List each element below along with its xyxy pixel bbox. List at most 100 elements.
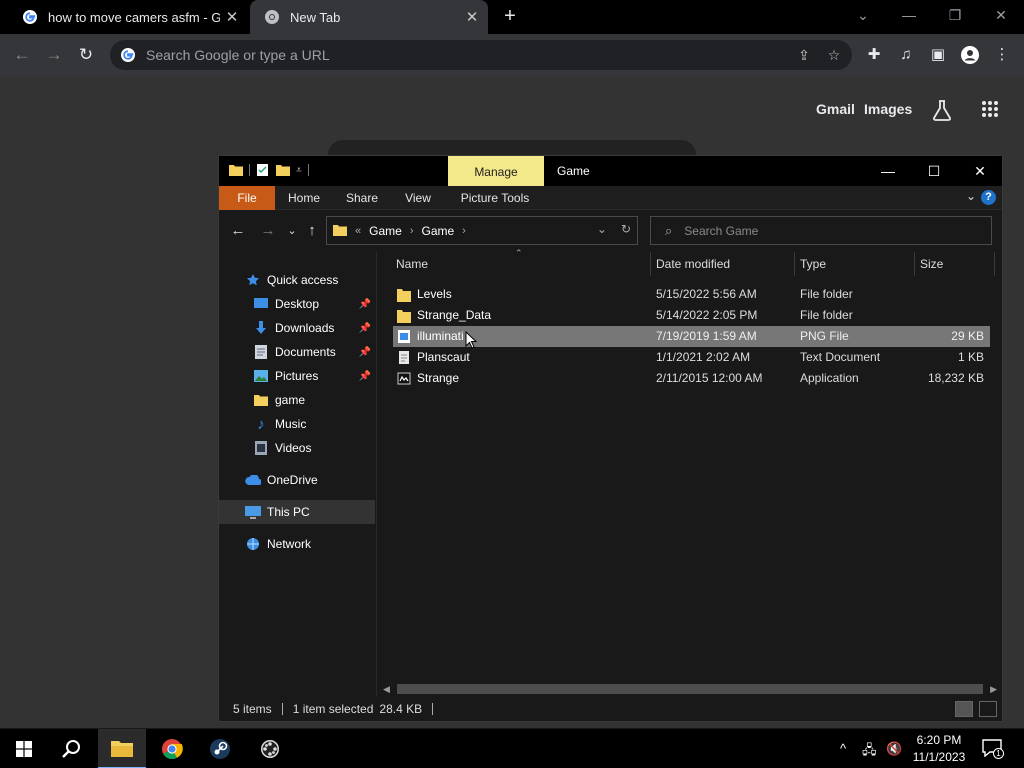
file-row-strange-data[interactable]: Strange_Data 5/14/2022 2:05 PM File fold… bbox=[393, 305, 990, 326]
properties-icon[interactable] bbox=[256, 163, 270, 177]
column-separator[interactable] bbox=[994, 252, 995, 276]
ribbon-tab-share[interactable]: Share bbox=[337, 186, 387, 210]
omnibox-placeholder: Search Google or type a URL bbox=[146, 47, 330, 63]
refresh-icon[interactable]: ↻ bbox=[621, 222, 631, 236]
details-view-icon[interactable] bbox=[955, 701, 973, 717]
reload-button[interactable]: ↻ bbox=[74, 43, 98, 67]
manage-contextual-tab[interactable]: Manage bbox=[448, 156, 544, 186]
film-reel-icon bbox=[261, 740, 279, 758]
column-header-size[interactable]: Size bbox=[902, 252, 990, 276]
bookmark-star-icon[interactable]: ☆ bbox=[822, 47, 846, 64]
tab-new-tab[interactable]: New Tab ✕ bbox=[250, 0, 488, 34]
close-tab-icon[interactable]: ✕ bbox=[460, 8, 484, 26]
apps-grid-icon[interactable] bbox=[981, 100, 999, 118]
recent-locations-chevron-icon[interactable]: ⌄ bbox=[281, 220, 303, 242]
breadcrumb-game-2[interactable]: Game bbox=[421, 224, 454, 238]
close-button[interactable]: ✕ bbox=[965, 160, 995, 182]
taskbar-chrome[interactable] bbox=[148, 729, 196, 768]
nav-item-videos[interactable]: Videos bbox=[219, 436, 375, 460]
back-arrow-icon[interactable]: ← bbox=[227, 220, 249, 242]
address-history-chevron-icon[interactable]: ⌄ bbox=[597, 222, 607, 236]
nav-item-desktop[interactable]: Desktop 📌 bbox=[219, 292, 375, 316]
restore-button[interactable]: ❐ bbox=[935, 4, 975, 28]
search-input[interactable]: ⌕ Search Game bbox=[650, 216, 992, 245]
column-header-name[interactable]: Name bbox=[378, 252, 648, 276]
share-icon[interactable]: ⇪ bbox=[792, 47, 816, 64]
file-row-strange[interactable]: Strange 2/11/2015 12:00 AM Application 1… bbox=[393, 368, 990, 389]
ribbon-tab-view[interactable]: View bbox=[395, 186, 441, 210]
address-bar[interactable]: « Game › Game › ⌄ ↻ bbox=[326, 216, 638, 245]
download-icon bbox=[253, 320, 269, 336]
volume-muted-icon[interactable]: 🔇 bbox=[886, 741, 902, 757]
ribbon-tab-home[interactable]: Home bbox=[279, 186, 329, 210]
ribbon-tab-file[interactable]: File bbox=[219, 186, 275, 210]
scrollbar-thumb[interactable] bbox=[397, 684, 983, 694]
profile-avatar-icon[interactable] bbox=[958, 43, 982, 67]
scroll-left-icon[interactable]: ◀ bbox=[383, 682, 390, 696]
clock-date: 11/1/2023 bbox=[912, 750, 966, 764]
scroll-right-icon[interactable]: ▶ bbox=[990, 682, 997, 696]
nav-item-music[interactable]: ♪ Music bbox=[219, 412, 375, 436]
omnibox[interactable]: Search Google or type a URL ⇪ ☆ bbox=[110, 40, 852, 70]
forward-button[interactable]: → bbox=[42, 43, 66, 67]
minimize-button[interactable]: — bbox=[873, 160, 903, 182]
start-button[interactable] bbox=[0, 729, 48, 768]
show-hidden-icons-chevron-icon[interactable]: ^ bbox=[840, 741, 846, 756]
large-icons-view-icon[interactable] bbox=[979, 701, 997, 717]
up-arrow-icon[interactable]: ↑ bbox=[301, 220, 323, 242]
chrome-menu-icon[interactable]: ⋮ bbox=[990, 43, 1014, 67]
column-header-type[interactable]: Type bbox=[782, 252, 900, 276]
close-tab-icon[interactable]: ✕ bbox=[220, 8, 244, 26]
side-panel-icon[interactable]: ▣ bbox=[926, 43, 950, 67]
media-controls-icon[interactable]: ♫ bbox=[894, 43, 918, 67]
breadcrumb-chevron-icon[interactable]: › bbox=[410, 225, 414, 237]
images-link[interactable]: Images bbox=[864, 101, 912, 117]
system-clock[interactable]: 6:20 PM 11/1/2023 bbox=[906, 732, 972, 766]
file-name: Strange bbox=[417, 371, 460, 385]
help-icon[interactable]: ? bbox=[981, 190, 996, 205]
file-row-planscaut[interactable]: Planscaut 1/1/2021 2:02 AM Text Document… bbox=[393, 347, 990, 368]
taskbar-file-explorer[interactable] bbox=[98, 729, 146, 768]
gmail-link[interactable]: Gmail bbox=[816, 101, 855, 117]
expand-ribbon-chevron-icon[interactable]: ⌄ bbox=[966, 189, 976, 203]
nav-item-network[interactable]: Network bbox=[219, 532, 375, 556]
ribbon-tab-picture-tools[interactable]: Picture Tools bbox=[451, 186, 539, 210]
app-icon bbox=[397, 372, 411, 385]
nav-item-this-pc[interactable]: This PC bbox=[219, 500, 375, 524]
nav-item-game[interactable]: game bbox=[219, 388, 375, 412]
nav-item-quick-access[interactable]: Quick access bbox=[219, 268, 375, 292]
tab-search-chevron-icon[interactable]: ⌄ bbox=[843, 4, 883, 28]
pin-icon: 📌 bbox=[358, 346, 371, 358]
minimize-button[interactable]: — bbox=[889, 4, 929, 28]
file-name: Strange_Data bbox=[417, 308, 492, 322]
nav-item-downloads[interactable]: Downloads 📌 bbox=[219, 316, 375, 340]
nav-item-onedrive[interactable]: OneDrive bbox=[219, 468, 375, 492]
breadcrumb-overflow-icon[interactable]: « bbox=[355, 225, 361, 237]
file-row-levels[interactable]: Levels 5/15/2022 5:56 AM File folder bbox=[393, 284, 990, 305]
horizontal-scrollbar[interactable]: ◀ ▶ bbox=[379, 682, 1001, 696]
close-window-button[interactable]: ✕ bbox=[981, 4, 1021, 28]
forward-arrow-icon[interactable]: → bbox=[257, 220, 279, 242]
maximize-button[interactable]: ☐ bbox=[919, 160, 949, 182]
search-button[interactable] bbox=[48, 729, 96, 768]
breadcrumb-chevron-icon[interactable]: › bbox=[462, 225, 466, 237]
new-tab-button[interactable]: + bbox=[498, 5, 522, 29]
breadcrumb-game-1[interactable]: Game bbox=[369, 224, 402, 238]
file-row-illuminati[interactable]: illuminati 7/19/2019 1:59 AM PNG File 29… bbox=[393, 326, 990, 347]
back-button[interactable]: ← bbox=[10, 43, 34, 67]
labs-flask-icon[interactable] bbox=[932, 99, 952, 121]
text-file-icon bbox=[399, 351, 409, 364]
network-status-icon[interactable]: 🖧 bbox=[862, 741, 877, 763]
nav-item-documents[interactable]: Documents 📌 bbox=[219, 340, 375, 364]
column-header-date-modified[interactable]: Date modified bbox=[638, 252, 782, 276]
nav-item-pictures[interactable]: Pictures 📌 bbox=[219, 364, 375, 388]
action-center-button[interactable]: 1 bbox=[982, 739, 1004, 759]
customize-toolbar-chevron-icon[interactable]: ⩡ bbox=[296, 165, 302, 176]
new-folder-icon[interactable] bbox=[276, 163, 290, 177]
tab-search-result[interactable]: how to move camers asfm - Goo ✕ bbox=[8, 0, 248, 34]
file-date: 5/15/2022 5:56 AM bbox=[656, 287, 757, 301]
taskbar-steam[interactable] bbox=[196, 729, 244, 768]
extensions-icon[interactable]: ✚ bbox=[862, 43, 886, 67]
taskbar-app-sfm[interactable] bbox=[246, 729, 294, 768]
file-type: PNG File bbox=[800, 329, 849, 343]
